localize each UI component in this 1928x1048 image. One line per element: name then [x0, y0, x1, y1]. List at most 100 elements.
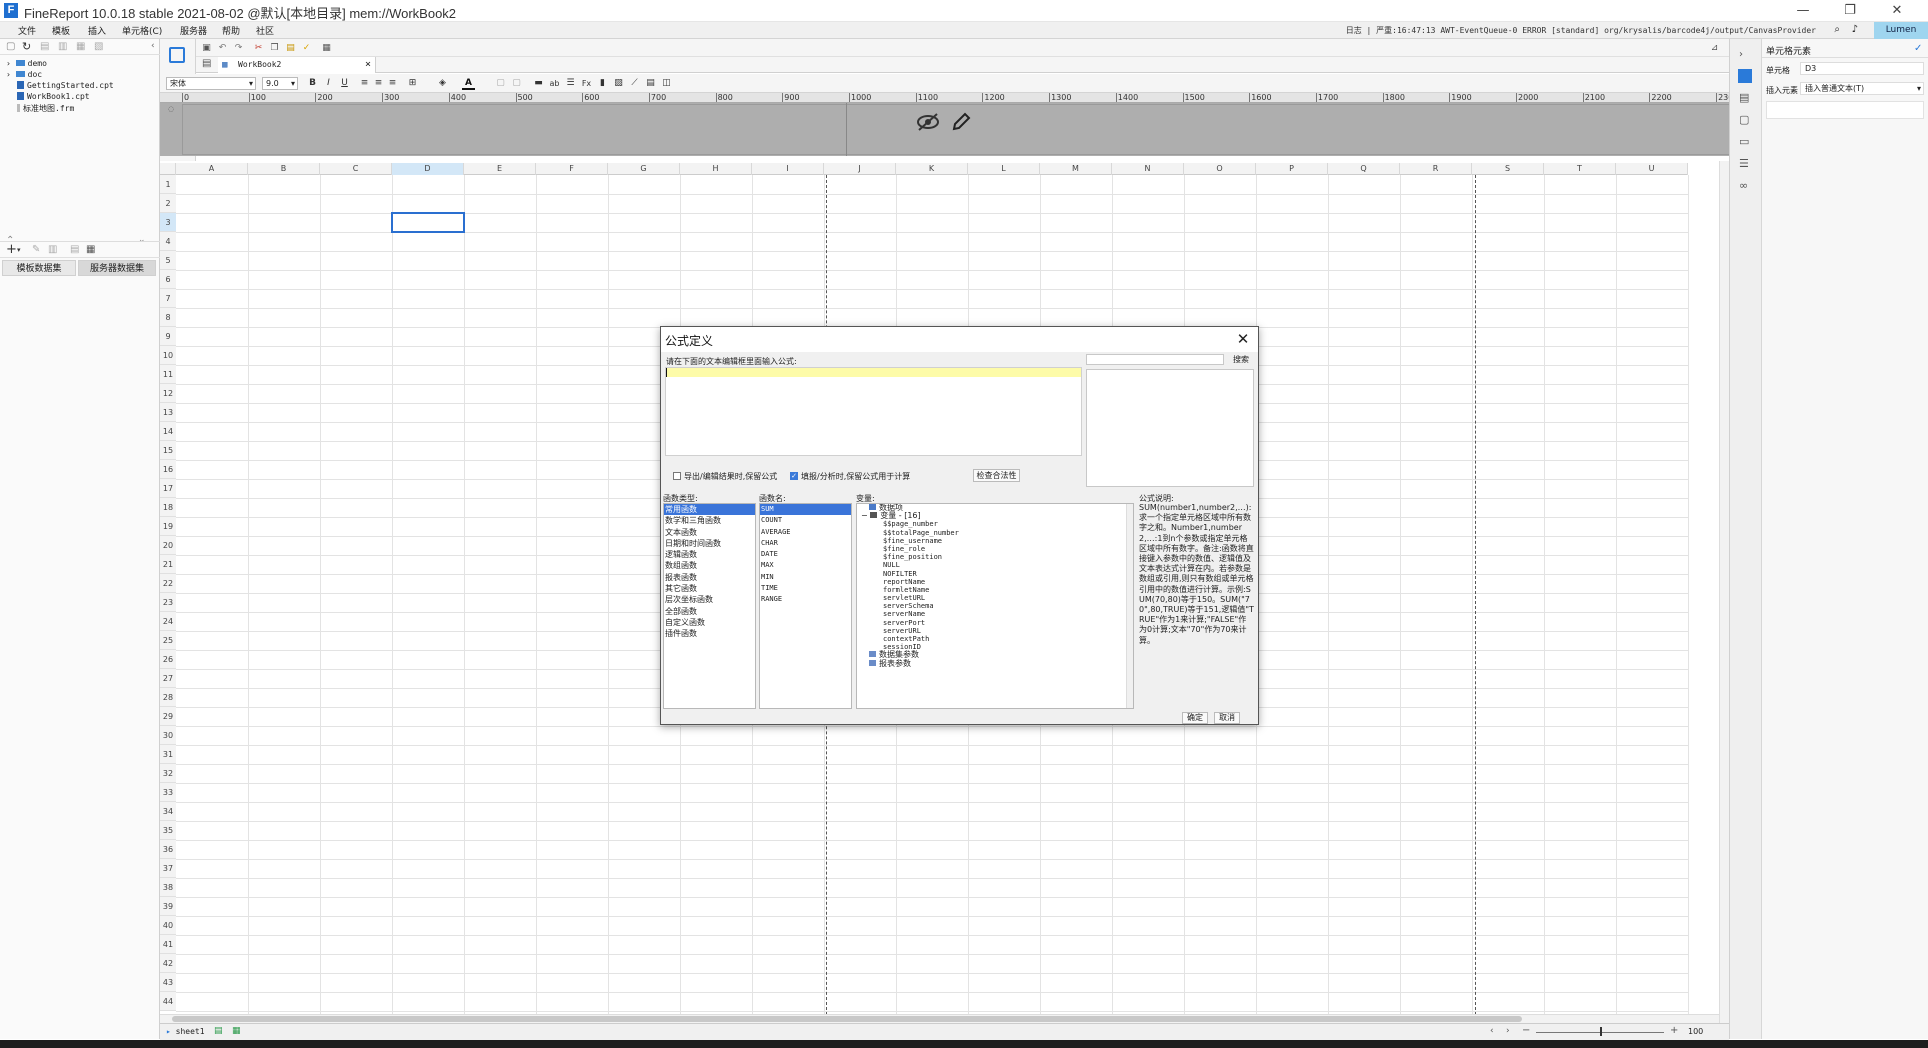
chart-icon[interactable]: ▮	[596, 77, 609, 90]
search-button[interactable]: 搜索	[1228, 353, 1254, 366]
cell-attribute-icon[interactable]: ▤	[1739, 91, 1749, 104]
variable-item[interactable]: $fine_role	[857, 545, 1133, 553]
function-type-item[interactable]: 层次坐标函数	[664, 594, 755, 605]
row-header-cell[interactable]: 1	[160, 175, 176, 194]
restore-button[interactable]: ❐	[1827, 0, 1873, 22]
column-header-cell[interactable]: O	[1184, 163, 1256, 175]
row-header-cell[interactable]: 30	[160, 726, 176, 745]
variable-item[interactable]: serverURL	[857, 627, 1133, 635]
formula-icon[interactable]: Fx	[580, 77, 593, 90]
bold-button[interactable]: B	[306, 77, 319, 90]
row-header-cell[interactable]: 41	[160, 935, 176, 954]
zoom-in-button[interactable]: +	[1670, 1025, 1678, 1036]
row-header-cell[interactable]: 9	[160, 327, 176, 346]
hyperlink-icon[interactable]: ∞	[1739, 179, 1748, 192]
save-icon[interactable]: ▣	[200, 42, 213, 55]
row-header-cell[interactable]: 26	[160, 650, 176, 669]
row-header-cell[interactable]: 22	[160, 574, 176, 593]
menu-insert[interactable]: 插入	[88, 24, 106, 37]
tree-file[interactable]: GettingStarted.cpt	[17, 81, 114, 90]
export-keep-formula-checkbox[interactable]	[673, 472, 681, 480]
ok-button[interactable]: 确定	[1182, 712, 1208, 724]
font-size-select[interactable]: 9.0 ▾	[262, 77, 298, 90]
tree-file[interactable]: 标准地图.frm	[17, 103, 74, 114]
align-right-icon[interactable]: ≡	[386, 77, 399, 90]
row-header-cell[interactable]: 32	[160, 764, 176, 783]
menu-server[interactable]: 服务器	[180, 24, 207, 37]
vertical-scrollbar[interactable]	[1719, 161, 1729, 1023]
variable-scrollbar[interactable]	[1126, 504, 1133, 708]
row-header-cell[interactable]: 3	[160, 213, 176, 232]
column-header-cell[interactable]: H	[680, 163, 752, 175]
cell-name-field[interactable]: D3	[1800, 62, 1924, 75]
function-name-item[interactable]: CHAR	[760, 538, 851, 549]
function-name-item[interactable]: SUM	[760, 504, 851, 516]
row-header-cell[interactable]: 40	[160, 916, 176, 935]
add-dropdown-icon[interactable]: ▾	[17, 246, 21, 254]
variable-item[interactable]: serverName	[857, 610, 1133, 618]
zoom-slider-thumb[interactable]	[1600, 1027, 1602, 1036]
row-header-cell[interactable]: 33	[160, 783, 176, 802]
variable-item[interactable]: $fine_username	[857, 537, 1133, 545]
row-header-cell[interactable]: 13	[160, 403, 176, 422]
slash-cell-icon[interactable]: ⟋	[628, 77, 641, 90]
cut-icon[interactable]: ✂	[252, 42, 265, 55]
column-header-cell[interactable]: L	[968, 163, 1040, 175]
cell-style-icon[interactable]: ▢	[1739, 113, 1749, 126]
row-header-cell[interactable]: 6	[160, 270, 176, 289]
text-cell-icon[interactable]: ▬	[532, 77, 545, 90]
row-header-cell[interactable]: 39	[160, 897, 176, 916]
scroll-right-icon[interactable]: ›	[1506, 1026, 1510, 1036]
row-header-cell[interactable]: 11	[160, 365, 176, 384]
zoom-out-button[interactable]: −	[1522, 1025, 1530, 1036]
rename-icon[interactable]: ▥	[58, 41, 67, 52]
row-header-cell[interactable]: 14	[160, 422, 176, 441]
add-report-sheet-icon[interactable]: ▤	[214, 1026, 223, 1036]
undo-icon[interactable]: ↶	[216, 42, 229, 55]
function-name-item[interactable]: COUNT	[760, 515, 851, 526]
paste-icon[interactable]: ▤	[284, 42, 297, 55]
row-header-cell[interactable]: 7	[160, 289, 176, 308]
row-header-cell[interactable]: 34	[160, 802, 176, 821]
sub-report-icon[interactable]: ▤	[644, 77, 657, 90]
function-type-item[interactable]: 数学和三角函数	[664, 515, 755, 526]
row-header-cell[interactable]: 24	[160, 612, 176, 631]
column-header-cell[interactable]: N	[1112, 163, 1184, 175]
function-type-item[interactable]: 全部函数	[664, 606, 755, 617]
row-header-cell[interactable]: 44	[160, 992, 176, 1011]
column-header-cell[interactable]: I	[752, 163, 824, 175]
function-type-item[interactable]: 其它函数	[664, 583, 755, 594]
function-type-item[interactable]: 插件函数	[664, 628, 755, 639]
new-folder-icon[interactable]: ▢	[6, 41, 15, 52]
cell-element-icon[interactable]	[169, 47, 185, 63]
variable-item[interactable]: contextPath	[857, 635, 1133, 643]
function-name-item[interactable]: DATE	[760, 549, 851, 560]
collapse-panel-icon[interactable]: ‹	[151, 41, 155, 51]
hide-header-icon[interactable]	[916, 111, 940, 136]
condition-icon[interactable]: ☰	[1739, 157, 1749, 170]
select-all-corner[interactable]	[160, 163, 176, 175]
bell-icon[interactable]: ♪	[1852, 24, 1858, 35]
row-header-cell[interactable]: 5	[160, 251, 176, 270]
column-header-cell[interactable]: P	[1256, 163, 1328, 175]
column-header-cell[interactable]: E	[464, 163, 536, 175]
preview-dataset-icon[interactable]: ▤	[70, 244, 79, 255]
row-header-cell[interactable]: 18	[160, 498, 176, 517]
variable-item[interactable]: servletURL	[857, 594, 1133, 602]
check-validity-button[interactable]: 检查合法性	[973, 469, 1020, 482]
horizontal-scrollbar-thumb[interactable]	[172, 1016, 1522, 1022]
function-type-item[interactable]: 日期和时间函数	[664, 538, 755, 549]
row-header-cell[interactable]: 37	[160, 859, 176, 878]
locate-icon[interactable]: ▧	[94, 41, 103, 52]
column-header-cell[interactable]: B	[248, 163, 320, 175]
fill-keep-formula-checkbox[interactable]: ✓	[790, 472, 798, 480]
column-header-cell[interactable]: T	[1544, 163, 1616, 175]
function-name-item[interactable]: RANGE	[760, 594, 851, 605]
row-header-cell[interactable]: 12	[160, 384, 176, 403]
template-list-icon[interactable]: ▤	[202, 58, 211, 69]
row-header-cell[interactable]: 20	[160, 536, 176, 555]
tab-workbook2[interactable]: ▦ WorkBook2 ×	[218, 57, 376, 73]
row-header-cell[interactable]: 38	[160, 878, 176, 897]
row-header-cell[interactable]: 35	[160, 821, 176, 840]
connection-icon[interactable]: ▦	[86, 244, 95, 255]
